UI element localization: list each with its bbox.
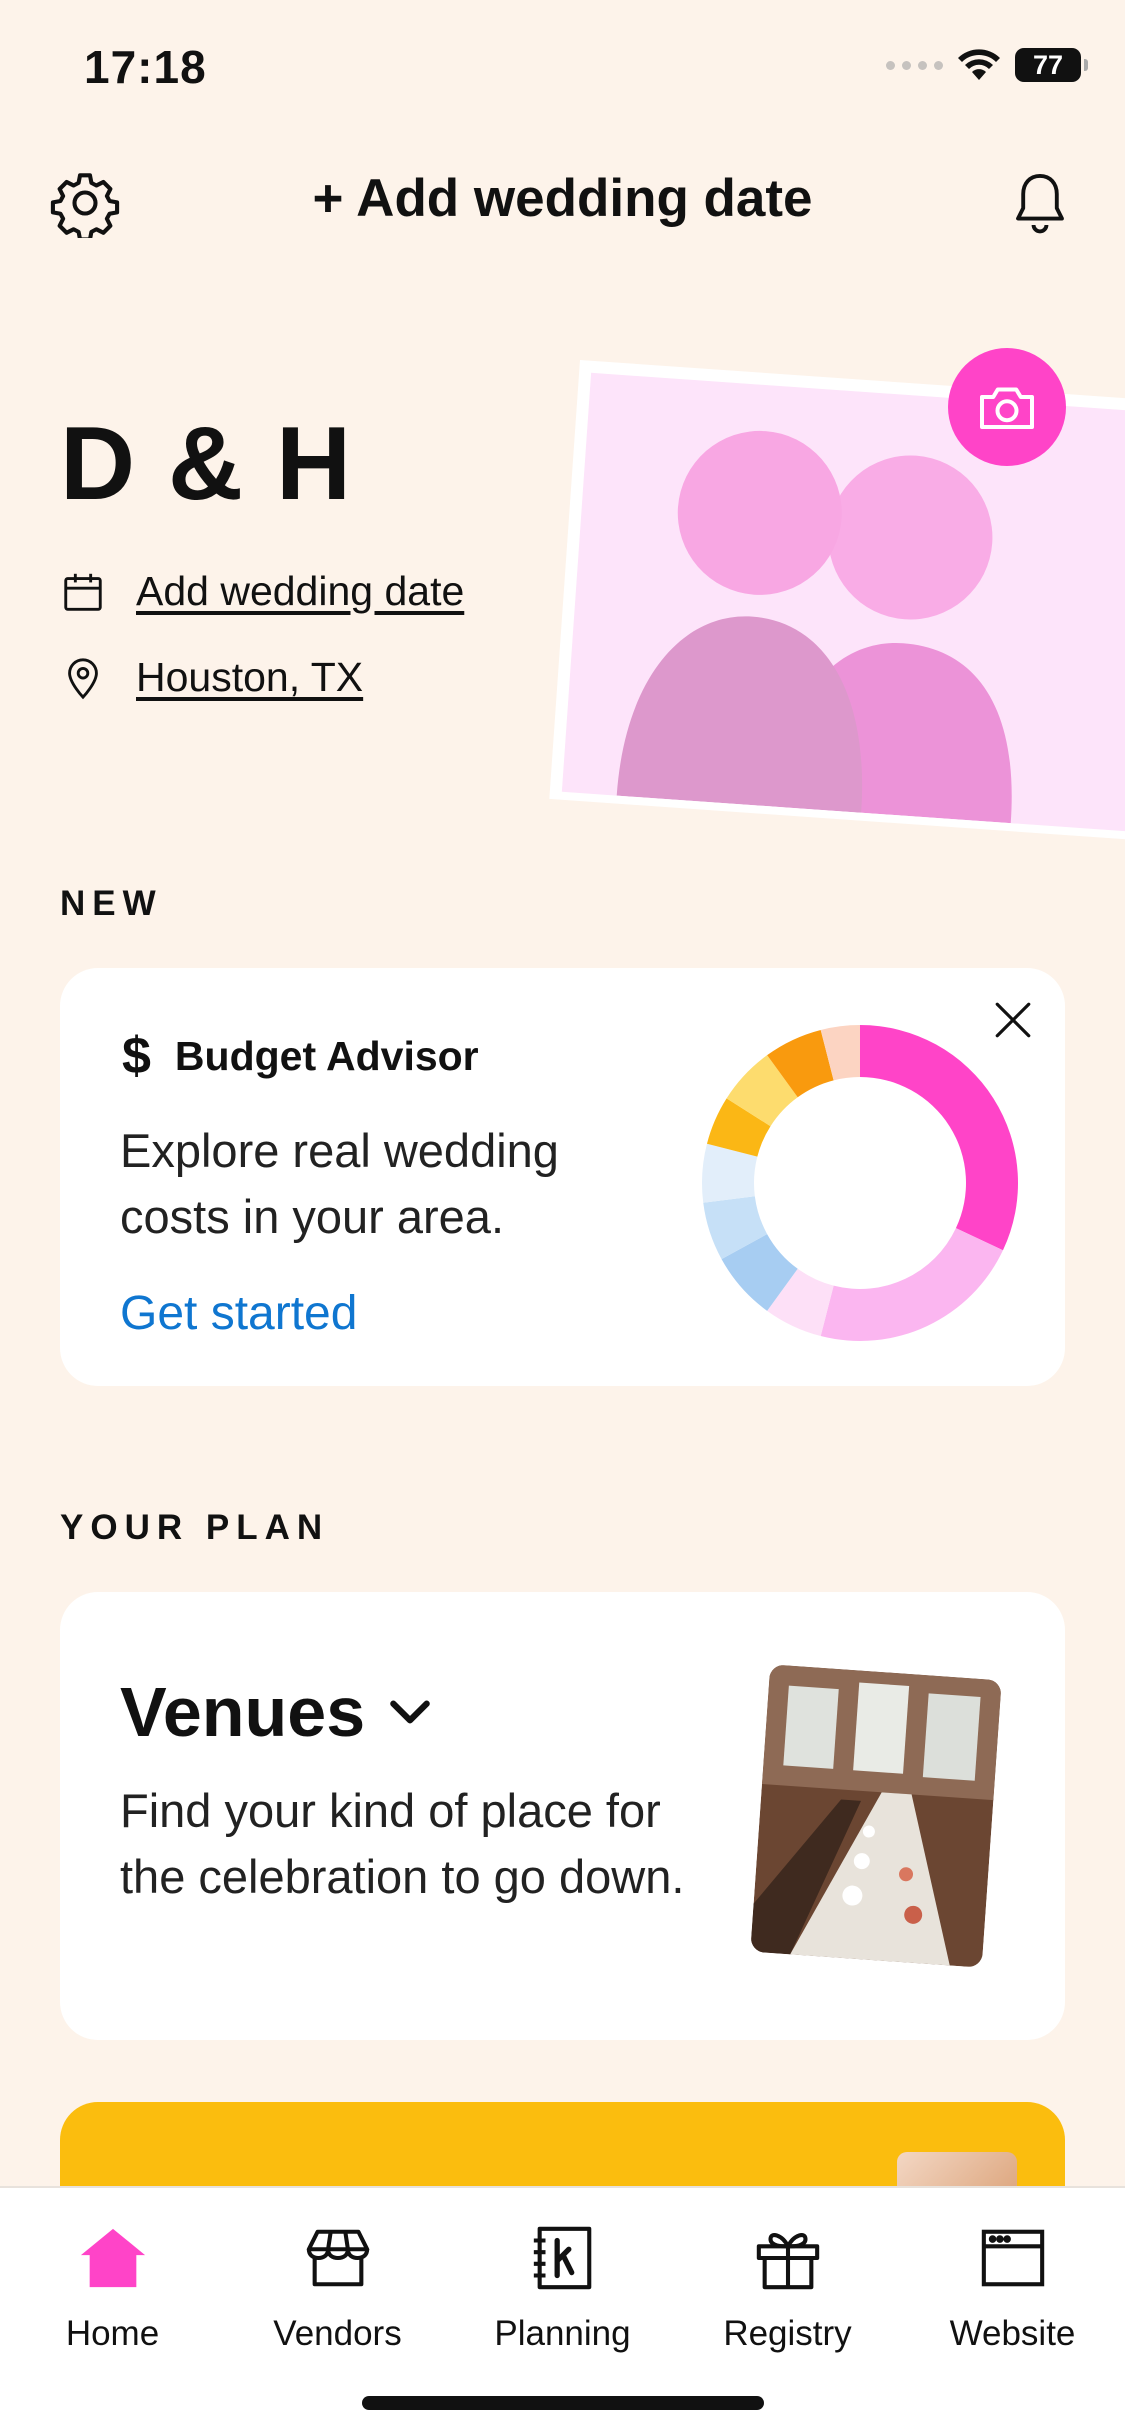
tab-label-home: Home — [65, 2314, 160, 2353]
camera-icon — [980, 387, 1034, 429]
location-row[interactable]: Houston, TX — [60, 654, 363, 701]
budget-donut-chart — [702, 1025, 1018, 1341]
add-wedding-date-link[interactable]: Add wedding date — [136, 568, 464, 615]
tab-label-website: Website — [949, 2314, 1076, 2353]
gift-icon — [756, 2233, 819, 2290]
section-label-your-plan: YOUR PLAN — [60, 1508, 330, 1547]
top-nav: + Add wedding date — [0, 150, 1125, 250]
wedding-date-row[interactable]: Add wedding date — [60, 568, 464, 615]
notifications-button[interactable] — [1001, 164, 1079, 242]
location-link[interactable]: Houston, TX — [136, 654, 363, 701]
couple-name: D & H — [60, 406, 354, 522]
status-bar: 17:18 77 — [0, 0, 1125, 130]
get-started-link[interactable]: Get started — [120, 1286, 357, 1341]
tab-registry[interactable]: Registry — [675, 2218, 900, 2354]
venues-description: Find your kind of place for the celebrat… — [120, 1784, 685, 1903]
wifi-icon — [958, 49, 1000, 80]
calendar-icon — [64, 573, 102, 611]
venues-dropdown[interactable]: Venues — [120, 1672, 435, 1752]
tab-label-registry: Registry — [723, 2314, 852, 2353]
tab-label-planning: Planning — [494, 2314, 631, 2353]
budget-advisor-card[interactable]: $ Budget Advisor Explore real wedding co… — [60, 968, 1065, 1386]
donut-segment — [820, 1228, 1003, 1341]
add-wedding-date-title[interactable]: + Add wedding date — [0, 168, 1125, 229]
location-pin-icon — [68, 657, 98, 699]
venue-photo — [750, 1664, 1002, 1968]
tab-website[interactable]: Website — [900, 2218, 1125, 2354]
venues-card[interactable]: Venues Find your kind of place for the c… — [60, 1592, 1065, 2040]
chevron-down-icon — [390, 1700, 430, 1724]
tab-label-vendors: Vendors — [273, 2314, 402, 2353]
status-time: 17:18 — [84, 41, 207, 93]
budget-advisor-header: $ Budget Advisor — [122, 1026, 479, 1086]
home-icon — [80, 2228, 145, 2288]
camera-button[interactable] — [948, 348, 1066, 466]
planner-icon — [533, 2226, 591, 2290]
tab-planning[interactable]: Planning — [450, 2218, 675, 2354]
home-indicator — [362, 2396, 764, 2410]
section-label-new: NEW — [60, 884, 163, 923]
tab-vendors[interactable]: Vendors — [225, 2218, 450, 2354]
battery-icon: 77 — [1015, 48, 1088, 82]
dollar-icon: $ — [122, 1027, 151, 1085]
storefront-icon — [306, 2229, 369, 2287]
cellular-signal-icon — [886, 60, 943, 70]
venues-title: Venues — [120, 1673, 366, 1751]
budget-advisor-title: Budget Advisor — [174, 1032, 479, 1079]
tab-home[interactable]: Home — [0, 2218, 225, 2354]
budget-advisor-description: Explore real wedding costs in your area. — [120, 1124, 559, 1243]
bell-icon — [1016, 173, 1064, 234]
battery-level: 77 — [1032, 49, 1064, 80]
donut-segment — [860, 1025, 1018, 1251]
browser-window-icon — [981, 2229, 1044, 2287]
status-indicators: 77 — [886, 48, 1088, 82]
